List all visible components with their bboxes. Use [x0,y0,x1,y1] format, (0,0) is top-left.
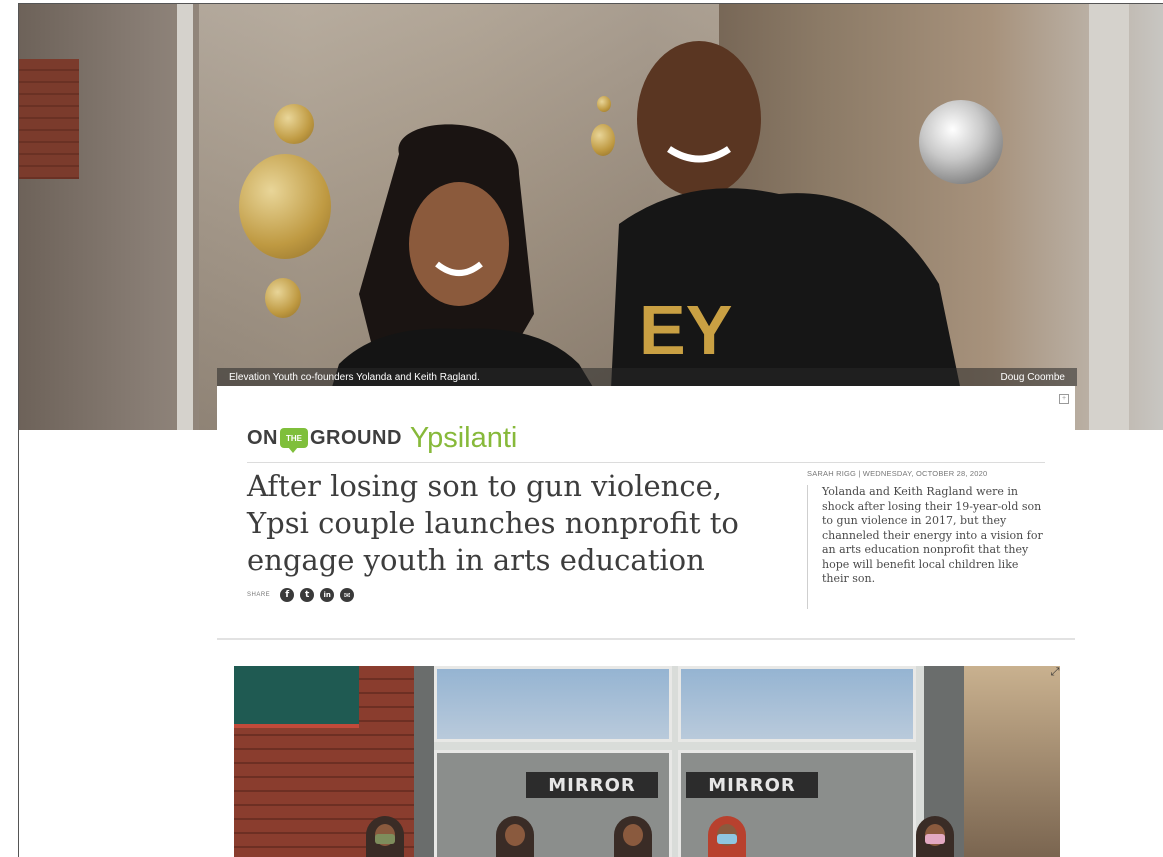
doorway [964,666,1060,857]
youth-figure [366,816,404,857]
twitter-icon[interactable]: t [300,588,315,602]
article-headline: After losing son to gun violence, Ypsi c… [247,469,739,577]
article-photo: MIRROR MIRROR [234,666,1060,857]
face [505,824,525,846]
speech-bubble-icon: THE [280,428,308,453]
mirror-sign: MIRROR [686,772,818,798]
photo-credit: Doug Coombe [1000,371,1065,383]
window-frame [1089,4,1129,430]
hero-image: EY Elevation Youth co-founders Yolanda a… [19,4,1163,430]
gold-decoration [239,154,331,259]
youth-figure [916,816,954,857]
gold-decoration [265,278,301,318]
facebook-icon[interactable]: f [280,588,295,602]
fullscreen-expand-icon[interactable]: ⤢ [1047,664,1063,680]
page-frame: EY Elevation Youth co-founders Yolanda a… [18,3,1163,857]
youth-figure [708,816,746,857]
article-card: + ON THE GROUND Ypsilanti After losing s… [217,386,1075,640]
logo-the: THE [286,433,302,443]
on-the-ground-logo[interactable]: ON THE GROUND Ypsilanti [247,420,517,456]
city-name: Ypsilanti [409,421,518,454]
email-icon[interactable]: ✉ [340,588,355,602]
mirror-sign: MIRROR [526,772,658,798]
share-bar: SHARE f t in ✉ [247,588,355,602]
logo-on: ON [247,426,278,449]
youth-figure [496,816,534,857]
logo-ground: GROUND [310,426,402,449]
window-pane [678,666,916,742]
face-mask [375,834,395,844]
window-pane [434,666,672,742]
share-label: SHARE [247,592,271,598]
face [623,824,643,846]
expand-card-icon[interactable]: + [1059,394,1069,404]
divider [247,462,1045,463]
brick-wall [19,59,79,179]
window-frame [177,4,193,430]
face-mask [925,834,945,844]
article-summary: Yolanda and Keith Ragland were in shock … [807,485,1045,609]
shirt-logo: EY [639,291,732,369]
hero-caption: Elevation Youth co-founders Yolanda and … [229,371,480,383]
hero-caption-bar: Elevation Youth co-founders Yolanda and … [217,368,1077,386]
article-byline: SARAH RIGG | WEDNESDAY, OCTOBER 28, 2020 [807,469,988,478]
awning [234,666,359,728]
gold-decoration [274,104,314,144]
youth-figure [614,816,652,857]
linkedin-icon[interactable]: in [320,588,335,602]
face-mask [717,834,737,844]
